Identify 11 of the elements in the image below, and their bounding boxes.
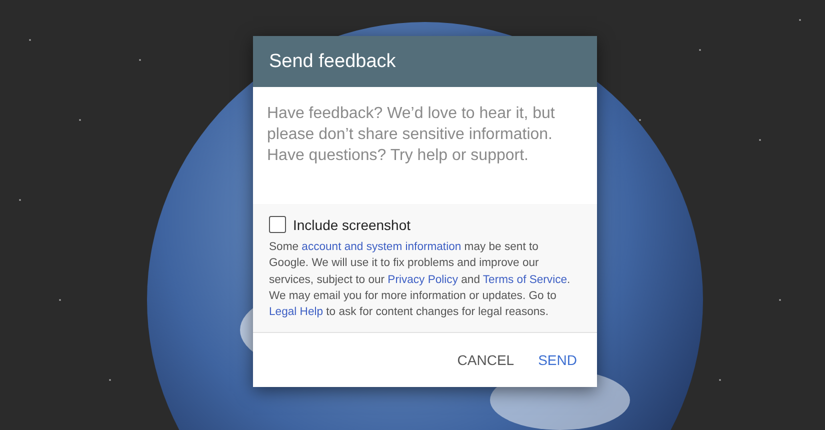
link[interactable]: Legal Help — [269, 306, 324, 318]
feedback-field[interactable]: Have feedback? We’d love to hear it, but please don’t share sensitive information. Have questions? Try help or support. — [253, 87, 597, 204]
disclaimer-text: Some account and system information may be sent to Google. We will use it to fix problems and improve our services, subject to our Privacy Policy and Terms of Service. We may email you for more information or updates. Go to Legal Help to ask for content changes for legal reasons. — [269, 240, 572, 320]
link[interactable]: Terms of Service — [482, 274, 568, 286]
send-button[interactable]: SEND — [530, 346, 585, 374]
cancel-button[interactable]: CANCEL — [449, 346, 522, 374]
link[interactable]: account and system information — [302, 241, 462, 253]
link[interactable]: Privacy Policy — [388, 274, 458, 286]
checkbox[interactable] — [269, 216, 286, 233]
checkbox-label[interactable]: Include screenshot — [293, 216, 411, 232]
dialog-title: Send feedback — [253, 36, 597, 87]
